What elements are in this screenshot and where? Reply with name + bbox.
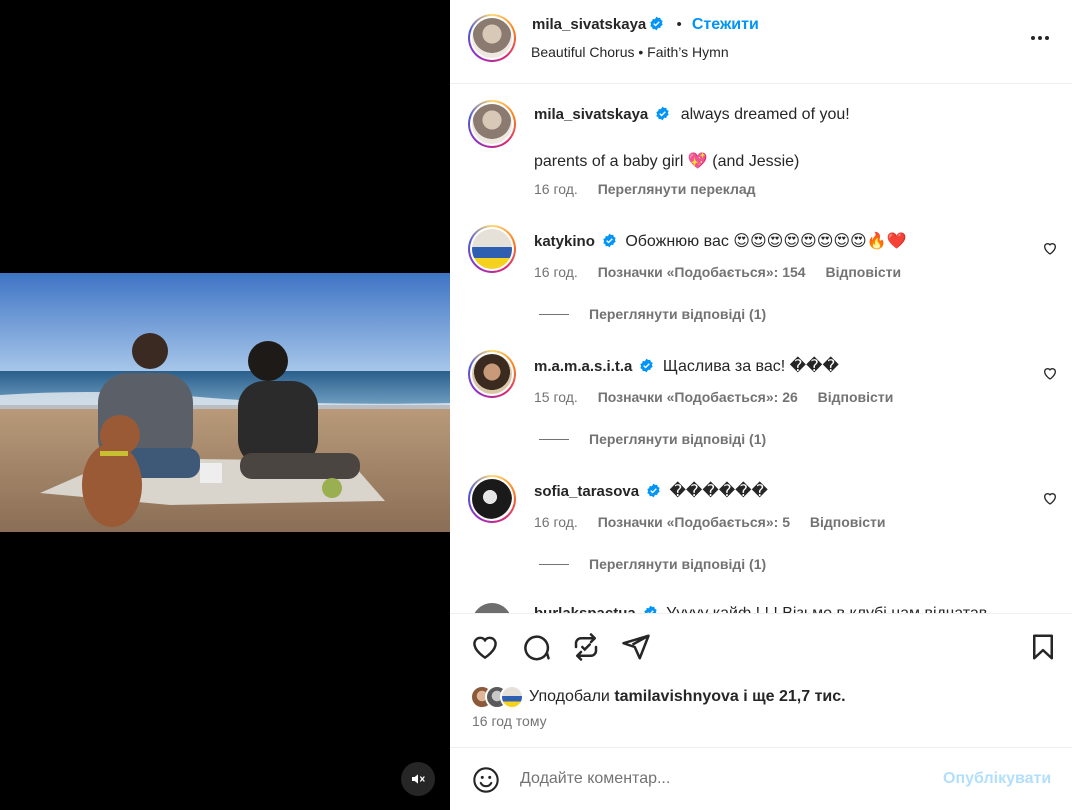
post-photo[interactable] — [0, 273, 450, 532]
replies-divider — [539, 313, 569, 315]
caption-line-2: parents of a baby girl 💖 (and Jessie) — [534, 153, 800, 170]
view-replies-label: Переглянути відповіді (1) — [589, 556, 767, 572]
comment-username[interactable]: m.a.m.a.s.i.t.a — [534, 358, 632, 375]
comment-avatar[interactable] — [468, 475, 516, 523]
liked-by-text: Уподобали tamilavishnyova і ще 21,7 тис. — [529, 688, 846, 706]
replies-divider — [539, 438, 569, 440]
reply-button[interactable]: Відповісти — [818, 389, 894, 405]
share-paper-plane-icon[interactable] — [621, 632, 651, 662]
comment-body: Щаслива за вас! ��� — [662, 358, 839, 375]
like-comment-heart-icon[interactable] — [1042, 365, 1058, 381]
liked-by-prefix: Уподобали — [529, 688, 610, 705]
comment-input[interactable] — [520, 766, 920, 792]
view-replies-button[interactable]: Переглянути відповіді (1) — [539, 556, 766, 572]
mute-toggle-button[interactable] — [401, 762, 435, 796]
liked-by-user[interactable]: tamilavishnyova — [614, 688, 739, 705]
comment-username[interactable]: burlakspactua — [534, 605, 636, 613]
emoji-smiley-icon[interactable] — [472, 766, 500, 794]
verified-badge-icon — [650, 16, 663, 31]
verified-badge-icon — [644, 605, 657, 613]
caption-line-1: always dreamed of you! — [680, 106, 850, 123]
verified-badge-icon — [603, 233, 616, 248]
caption-username[interactable]: mila_sivatskaya — [534, 106, 648, 123]
comment-text: m.a.m.a.s.i.t.a Щаслива за вас! ��� — [534, 356, 839, 376]
comment-bubble-icon[interactable] — [521, 632, 551, 662]
comment-avatar[interactable] — [472, 603, 512, 613]
comment-time: 16 год. — [534, 514, 578, 530]
more-options-button[interactable] — [1028, 28, 1052, 48]
reply-button[interactable]: Відповісти — [810, 514, 886, 530]
liked-by-count[interactable]: і ще 21,7 тис. — [743, 688, 845, 705]
post-header: mila_sivatskaya • Стежити Beautiful Chor… — [450, 0, 1072, 84]
comment-text: sofia_tarasova ������ — [534, 481, 768, 501]
verified-badge-icon — [647, 483, 660, 498]
caption-meta: 16 год. Переглянути переклад — [534, 181, 756, 197]
liked-by-row[interactable]: Уподобали tamilavishnyova і ще 21,7 тис. — [470, 684, 846, 710]
verified-badge-icon — [656, 106, 669, 121]
post-actions: Уподобали tamilavishnyova і ще 21,7 тис.… — [450, 613, 1072, 747]
view-replies-button[interactable]: Переглянути відповіді (1) — [539, 431, 766, 447]
view-replies-button[interactable]: Переглянути відповіді (1) — [539, 306, 766, 322]
like-comment-heart-icon[interactable] — [1042, 240, 1058, 256]
view-replies-label: Переглянути відповіді (1) — [589, 306, 767, 322]
post-timestamp[interactable]: 16 год тому — [472, 713, 547, 729]
comments-list[interactable]: mila_sivatskaya always dreamed of you! p… — [450, 85, 1072, 613]
comment-likes-count[interactable]: Позначки «Подобається»: 154 — [598, 264, 806, 280]
post-side-panel: mila_sivatskaya • Стежити Beautiful Chor… — [450, 0, 1072, 810]
ellipsis-icon — [1031, 36, 1035, 40]
like-comment-heart-icon[interactable] — [1042, 490, 1058, 506]
comment-username[interactable]: katykino — [534, 233, 595, 250]
liker-avatar — [500, 685, 524, 709]
speaker-muted-icon — [412, 774, 425, 784]
like-heart-icon[interactable] — [470, 632, 500, 662]
comment-meta: 15 год. Позначки «Подобається»: 26 Відпо… — [534, 389, 893, 405]
add-comment-bar: Опублікувати — [450, 747, 1072, 810]
see-translation-button[interactable]: Переглянути переклад — [598, 181, 756, 197]
caption-time: 16 год. — [534, 181, 578, 197]
verified-badge-icon — [640, 358, 654, 373]
caption-text: mila_sivatskaya always dreamed of you! — [534, 106, 850, 124]
comment-text: katykino Обожнюю вас 😍😍😍😍😍😍😍😍🔥❤️ — [534, 231, 907, 251]
reply-button[interactable]: Відповісти — [825, 264, 901, 280]
view-replies-label: Переглянути відповіді (1) — [589, 431, 767, 447]
publish-comment-button[interactable]: Опублікувати — [943, 770, 1051, 788]
comment-meta: 16 год. Позначки «Подобається»: 5 Відпов… — [534, 514, 886, 530]
comment-time: 15 год. — [534, 389, 578, 405]
comment-meta: 16 год. Позначки «Подобається»: 154 Відп… — [534, 264, 901, 280]
comment-avatar[interactable] — [468, 225, 516, 273]
audio-track-link[interactable]: Beautiful Chorus • Faith’s Hymn — [531, 44, 729, 60]
comment-body: ������ — [669, 483, 768, 500]
follow-button[interactable]: Стежити — [692, 16, 759, 33]
comment-text: burlakspactua Ууууу кайф ! ! ! Візьмо в … — [534, 605, 987, 613]
comment-avatar[interactable] — [468, 350, 516, 398]
separator-dot: • — [676, 16, 682, 33]
comment-likes-count[interactable]: Позначки «Подобається»: 26 — [598, 389, 798, 405]
comment-likes-count[interactable]: Позначки «Подобається»: 5 — [598, 514, 790, 530]
comment-body: Обожнюю вас 😍😍😍😍😍😍😍😍🔥❤️ — [625, 233, 907, 250]
replies-divider — [539, 563, 569, 565]
repost-icon[interactable] — [571, 632, 601, 662]
save-bookmark-icon[interactable] — [1028, 632, 1058, 662]
comment-username[interactable]: sofia_tarasova — [534, 483, 639, 500]
caption-avatar[interactable] — [468, 100, 516, 148]
author-username[interactable]: mila_sivatskaya — [532, 16, 646, 33]
author-avatar[interactable] — [468, 14, 516, 62]
comment-time: 16 год. — [534, 264, 578, 280]
comment-body: Ууууу кайф ! ! ! Візьмо в клубі нам відч… — [666, 605, 987, 613]
media-pane — [0, 0, 450, 810]
